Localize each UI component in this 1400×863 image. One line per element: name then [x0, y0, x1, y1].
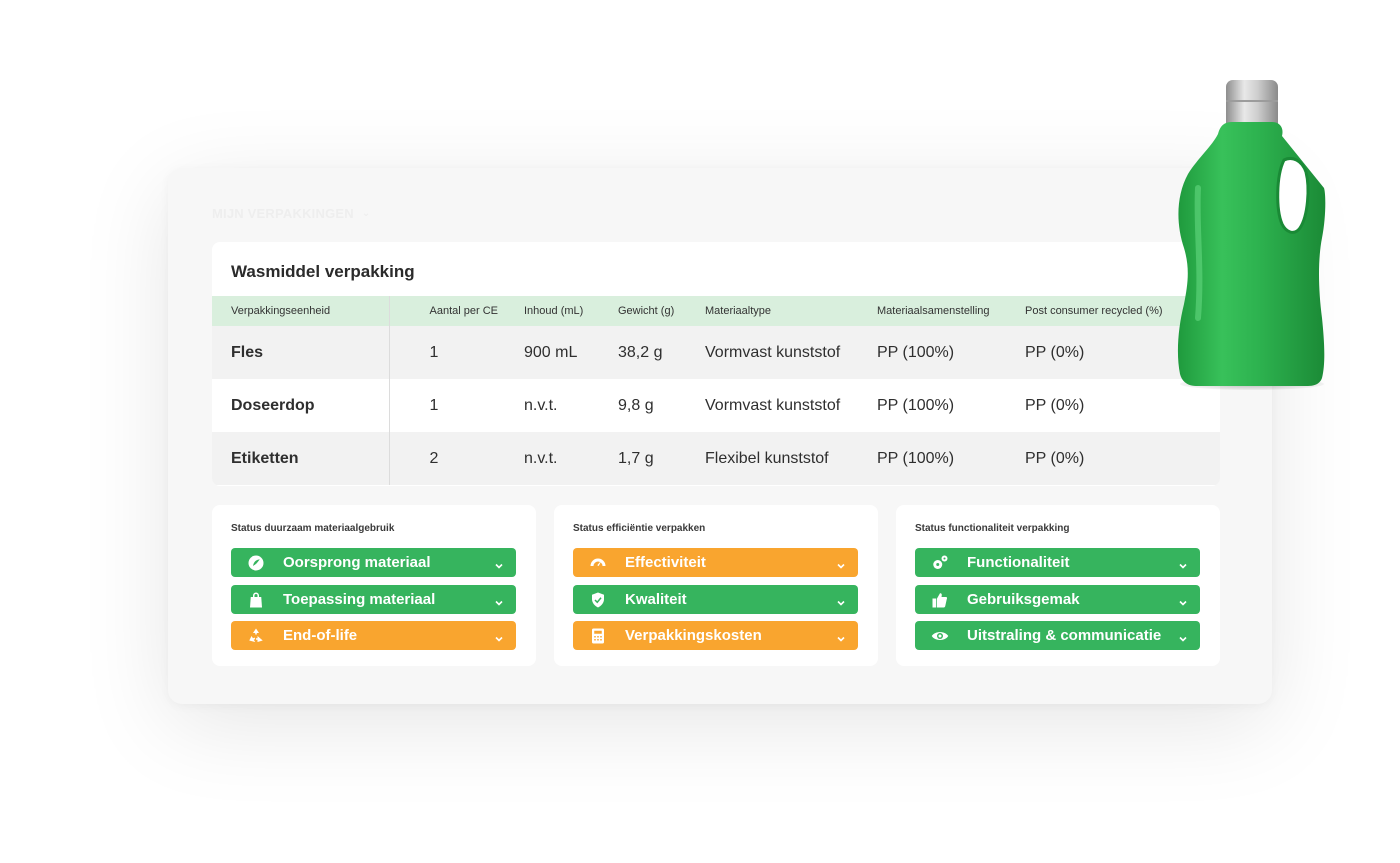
status-card-efficiency: Status efficiëntie verpakken Effectivite…: [554, 505, 878, 666]
chevron-down-icon: [494, 558, 504, 569]
status-label: Uitstraling & communicatie: [967, 627, 1162, 644]
status-dropdown-effectiveness[interactable]: Effectiviteit: [573, 548, 858, 577]
cell-composition: PP (100%): [877, 449, 955, 467]
shield-check-icon: [589, 591, 607, 609]
cell-material-type: Vormvast kunststof: [705, 396, 841, 414]
cell-weight: 9,8 g: [618, 396, 654, 414]
column-header-material-type: Materiaaltype: [705, 305, 772, 317]
thumbs-up-icon: [931, 591, 949, 609]
detergent-bottle-icon: [1177, 80, 1326, 390]
column-header-volume: Inhoud (mL): [524, 305, 584, 317]
chevron-down-icon: [1178, 595, 1188, 606]
chevron-down-icon[interactable]: ⌄: [362, 208, 371, 219]
chevron-down-icon: [1178, 558, 1188, 569]
cell-unit: Doseerdop: [212, 379, 390, 432]
cell-composition: PP (100%): [877, 343, 955, 361]
status-label: Effectiviteit: [625, 554, 706, 571]
cell-count: 2: [429, 449, 439, 467]
status-label: End-of-life: [283, 627, 358, 644]
gears-icon: [931, 554, 949, 572]
column-header-weight: Gewicht (g): [618, 305, 675, 317]
column-header-composition: Materiaalsamenstelling: [877, 305, 990, 317]
cell-material-type: Flexibel kunststof: [705, 449, 829, 467]
gauge-icon: [589, 554, 607, 572]
chevron-down-icon: [836, 558, 846, 569]
cell-weight: 1,7 g: [618, 449, 654, 467]
status-card-functionality: Status functionaliteit verpakking Functi…: [896, 505, 1220, 666]
column-header-unit: Verpakkingseenheid: [212, 296, 390, 326]
chevron-down-icon: [1178, 631, 1188, 642]
page-title: Wasmiddel verpakking: [231, 262, 415, 281]
status-card-sustainable-material: Status duurzaam materiaalgebruik Oorspro…: [212, 505, 536, 666]
status-label: Gebruiksgemak: [967, 591, 1080, 608]
eye-icon: [931, 627, 949, 645]
cell-volume: n.v.t.: [524, 396, 558, 414]
status-dropdown-packaging-costs[interactable]: Verpakkingskosten: [573, 621, 858, 650]
table-row[interactable]: Doseerdop 1 n.v.t. 9,8 g Vormvast kunsts…: [212, 379, 1220, 432]
chevron-down-icon: [836, 595, 846, 606]
cell-volume: n.v.t.: [524, 449, 558, 467]
cell-unit: Etiketten: [212, 432, 390, 485]
status-label: Verpakkingskosten: [625, 627, 762, 644]
status-label: Functionaliteit: [967, 554, 1070, 571]
breadcrumb-label[interactable]: MIJN VERPAKKINGEN: [212, 206, 354, 221]
status-dropdown-material-application[interactable]: Toepassing materiaal: [231, 585, 516, 614]
calculator-icon: [589, 627, 607, 645]
cell-count: 1: [429, 343, 439, 361]
status-dropdown-quality[interactable]: Kwaliteit: [573, 585, 858, 614]
cell-composition: PP (100%): [877, 396, 955, 414]
status-dropdown-appearance-communication[interactable]: Uitstraling & communicatie: [915, 621, 1200, 650]
status-label: Kwaliteit: [625, 591, 687, 608]
packaging-panel: MIJN VERPAKKINGEN ⌄ Wasmiddel verpakking…: [168, 168, 1272, 704]
cell-unit: Fles: [212, 326, 390, 379]
cell-count: 1: [429, 396, 439, 414]
status-dropdown-end-of-life[interactable]: End-of-life: [231, 621, 516, 650]
table-header-row: Verpakkingseenheid Aantal per CE Inhoud …: [212, 296, 1220, 326]
packaging-table: Verpakkingseenheid Aantal per CE Inhoud …: [212, 296, 1220, 485]
cell-recycled: PP (0%): [1025, 449, 1085, 467]
status-label: Oorsprong materiaal: [283, 554, 431, 571]
table-row[interactable]: Fles 1 900 mL 38,2 g Vormvast kunststof …: [212, 326, 1220, 379]
chevron-down-icon: [494, 631, 504, 642]
status-dropdown-origin-material[interactable]: Oorsprong materiaal: [231, 548, 516, 577]
cell-weight: 38,2 g: [618, 343, 663, 361]
breadcrumb[interactable]: MIJN VERPAKKINGEN ⌄: [212, 206, 370, 221]
chevron-down-icon: [836, 631, 846, 642]
column-header-count: Aantal per CE: [429, 305, 498, 317]
packaging-table-card: Wasmiddel verpakking Verpakkingseenheid …: [212, 242, 1220, 486]
leaf-icon: [247, 554, 265, 572]
status-title: Status efficiëntie verpakken: [573, 523, 706, 534]
recycle-icon: [247, 627, 265, 645]
cell-volume: 900 mL: [524, 343, 578, 361]
cell-material-type: Vormvast kunststof: [705, 343, 841, 361]
chevron-down-icon: [494, 595, 504, 606]
status-dropdown-functionality[interactable]: Functionaliteit: [915, 548, 1200, 577]
table-row[interactable]: Etiketten 2 n.v.t. 1,7 g Flexibel kunsts…: [212, 432, 1220, 485]
status-label: Toepassing materiaal: [283, 591, 436, 608]
status-title: Status duurzaam materiaalgebruik: [231, 523, 395, 534]
status-dropdown-ease-of-use[interactable]: Gebruiksgemak: [915, 585, 1200, 614]
status-title: Status functionaliteit verpakking: [915, 523, 1070, 534]
shopping-bag-icon: [247, 591, 265, 609]
